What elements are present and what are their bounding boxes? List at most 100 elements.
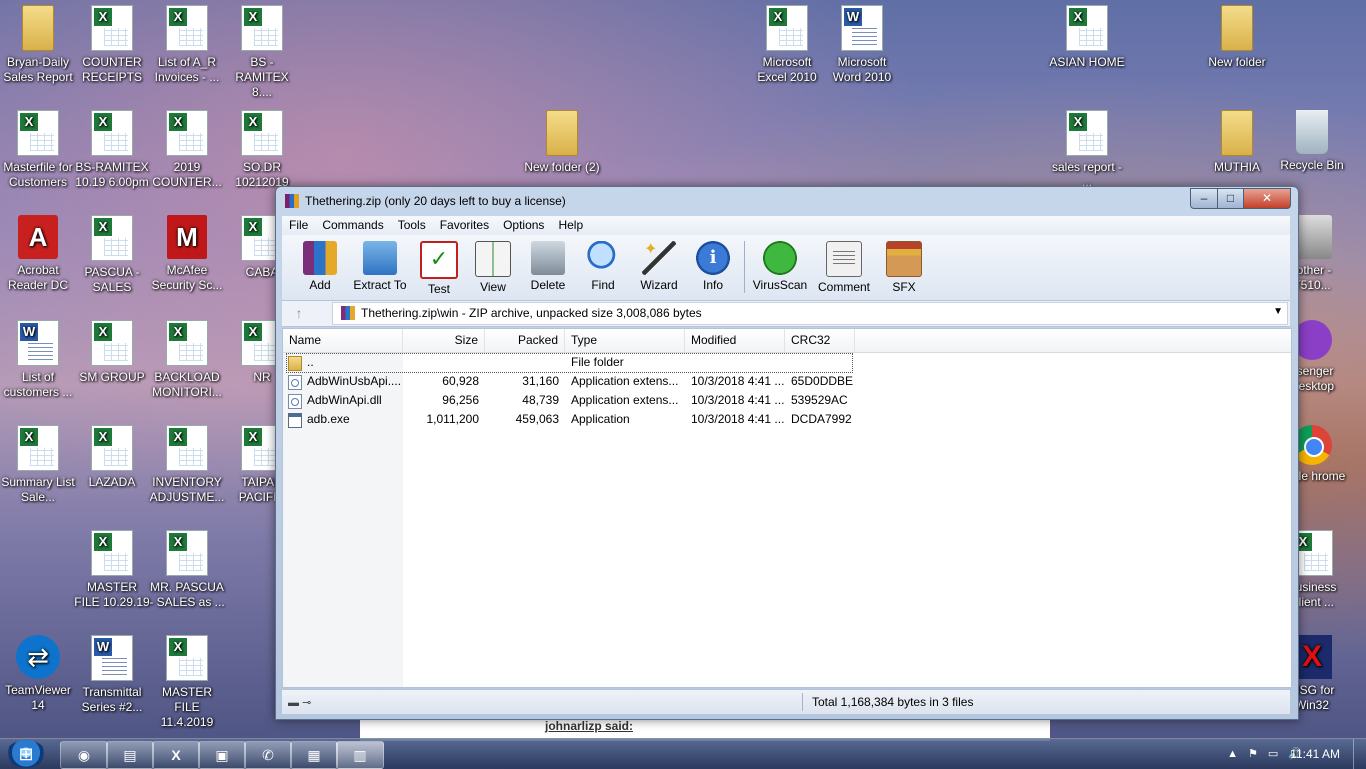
minimize-button[interactable]: – [1190,188,1218,209]
desktop-icon[interactable]: New folder [1199,5,1275,70]
comment-author[interactable]: johnarlizp said: [545,719,633,733]
mcafee-icon [167,215,207,259]
desktop-icon-label: MASTER FILE 10.29.19 [74,580,150,609]
wizard-label: Wizard [640,278,678,292]
column-header-type[interactable]: Type [565,329,685,352]
menu-help[interactable]: Help [551,216,590,232]
file-type: Application extens... [571,374,679,388]
maximize-button[interactable]: □ [1217,188,1244,209]
desktop-icon[interactable]: Masterfile for Customers [0,110,76,190]
add-button[interactable]: Add [292,239,348,292]
table-row[interactable]: .. File folder [283,353,1291,373]
desktop-icon[interactable]: MUTHIA [1199,110,1275,175]
desktop-icon[interactable]: BS-RAMITEX 10.19 6.00pm [74,110,150,190]
menu-favorites[interactable]: Favorites [433,216,496,232]
desktop-icon[interactable]: Summary List Sale... [0,425,76,505]
column-header-crc32[interactable]: CRC32 [785,329,855,352]
desktop-icon[interactable]: New folder (2) [524,110,600,175]
close-button[interactable]: ✕ [1243,188,1291,209]
menu-commands[interactable]: Commands [315,216,390,232]
path-field[interactable]: Thethering.zip\win - ZIP archive, unpack… [332,302,1288,325]
sfx-button[interactable]: SFX [876,239,932,294]
desktop-icon-label: ASIAN HOME [1049,55,1125,69]
status-divider [802,693,803,711]
test-button[interactable]: Test [411,239,467,296]
add-icon [303,241,337,275]
desktop-icon[interactable]: Transmittal Series #2... [74,635,150,715]
desktop-icon[interactable]: Microsoft Excel 2010 [749,5,825,85]
desktop-icon[interactable]: MASTER FILE 11.4.2019 [149,635,225,730]
find-button[interactable]: Find [575,239,631,292]
taskbar-explorer-button[interactable]: ▤ [106,741,154,769]
desktop-icon-label: Masterfile for Customers [3,160,73,189]
desktop-icon[interactable]: INVENTORY ADJUSTME... [149,425,225,505]
desktop-icon[interactable]: Bryan-Daily Sales Report [0,5,76,85]
folder-icon [546,110,578,156]
menu-bar: File Commands Tools Favorites Options Help [282,216,1290,235]
table-row[interactable]: adb.exe 1,011,200 459,063 Application 10/3/2… [283,410,1291,429]
tray-icon[interactable]: ⚑ [1248,748,1258,760]
menu-options[interactable]: Options [496,216,551,232]
tray-icon[interactable]: ▭ [1268,748,1278,760]
table-row[interactable]: AdbWinUsbApi.... 60,928 31,160 Application … [283,372,1291,391]
excel-icon [166,5,208,51]
taskbar-chrome-button[interactable]: ◉ [60,741,108,769]
taskbar-winrar-button[interactable]: ▥ [336,741,384,769]
desktop-icon-label: Bryan-Daily Sales Report [3,55,73,84]
path-dropdown-icon[interactable]: ▼ [1273,306,1283,317]
file-name: adb.exe [307,412,350,426]
column-header-size[interactable]: Size [403,329,485,352]
desktop-icon[interactable]: MR. PASCUA - SALES as ... [149,530,225,610]
desktop-icon[interactable]: McAfee Security Sc... [149,215,225,293]
desktop-icon[interactable]: TeamViewer 14 [0,635,76,713]
desktop-icon-label: BS - RAMITEX 8.... [235,55,289,99]
clock[interactable]: 11:41 AM [1290,747,1340,761]
desktop-icon[interactable]: PASCUA - SALES [74,215,150,295]
desktop-icon[interactable]: SO.DR 10212019 [224,110,300,190]
show-desktop-button[interactable] [1353,739,1366,769]
taskbar-excel-button[interactable]: X [152,741,200,769]
file-list[interactable]: Name Size Packed Type Modified CRC32 .. F… [282,328,1292,688]
info-button[interactable]: Info [685,239,741,292]
column-header-packed[interactable]: Packed [485,329,565,352]
taskbar-app-button[interactable]: ▦ [290,741,338,769]
desktop-icon[interactable]: ASIAN HOME [1049,5,1125,70]
column-header-modified[interactable]: Modified [685,329,785,352]
column-header-name[interactable]: Name [283,329,403,352]
desktop-icon[interactable]: sales report - ... [1049,110,1125,190]
delete-button[interactable]: Delete [520,239,576,292]
view-book-icon [475,241,511,277]
up-arrow-icon[interactable]: ↑ [290,304,308,322]
winrar-app-icon[interactable] [285,194,299,208]
acrobat-icon [18,215,58,259]
desktop-icon[interactable]: BACKLOAD MONITORI... [149,320,225,400]
virusscan-button[interactable]: VirusScan [752,239,808,292]
desktop-icon[interactable]: MASTER FILE 10.29.19 [74,530,150,610]
desktop-icon[interactable]: List of customers ... [0,320,76,400]
menu-tools[interactable]: Tools [391,216,433,232]
menu-file[interactable]: File [282,216,315,232]
title-bar[interactable]: Thethering.zip (only 20 days left to buy… [276,187,1298,215]
table-row[interactable]: AdbWinApi.dll 96,256 48,739 Application ext… [283,391,1291,410]
wizard-button[interactable]: Wizard [631,239,687,292]
desktop-icon[interactable]: BS - RAMITEX 8.... [224,5,300,100]
extract-to-button[interactable]: Extract To [352,239,408,292]
tray-icon[interactable]: ▲ [1227,748,1238,760]
view-button[interactable]: View [465,239,521,294]
status-icons[interactable]: ▬ ⊸ [288,696,311,709]
taskbar-photos-button[interactable]: ▣ [198,741,246,769]
desktop-icon[interactable]: Microsoft Word 2010 [824,5,900,85]
folder-icon [1221,110,1253,156]
comment-button[interactable]: Comment [816,239,872,294]
start-button[interactable] [6,740,46,768]
desktop-icon[interactable]: 2019 COUNTER... [149,110,225,190]
desktop-icon[interactable]: List of A_R Invoices - ... [149,5,225,85]
column-header-row: Name Size Packed Type Modified CRC32 [283,329,1291,353]
desktop-icon[interactable]: Recycle Bin [1274,110,1350,173]
desktop-icon[interactable]: SM GROUP [74,320,150,385]
taskbar-viber-button[interactable]: ✆ [244,741,292,769]
desktop-icon[interactable]: Acrobat Reader DC [0,215,76,293]
desktop-icon[interactable]: COUNTER RECEIPTS [74,5,150,85]
desktop-icon[interactable]: LAZADA [74,425,150,490]
excel-icon [766,5,808,51]
